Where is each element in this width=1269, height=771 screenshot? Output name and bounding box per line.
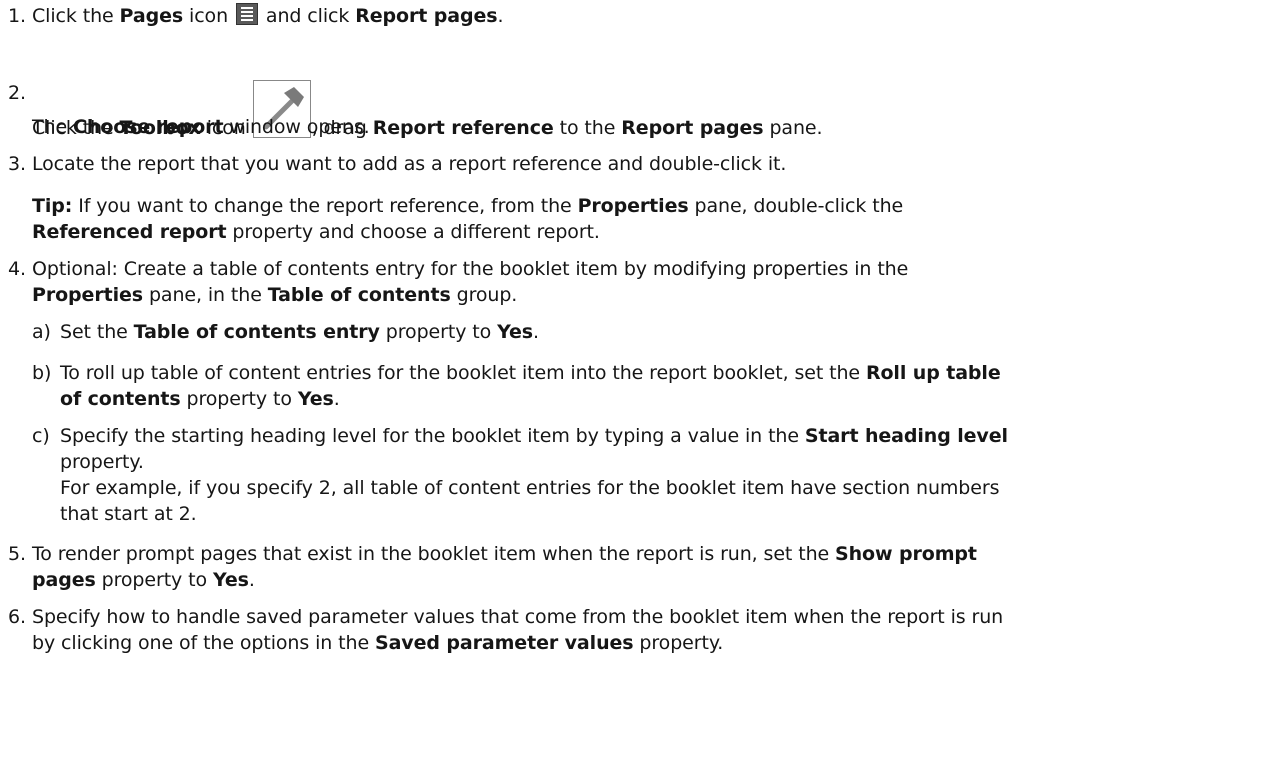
step-text: property to (95, 569, 213, 591)
step-number: 1. (8, 5, 26, 27)
ui-term-yes: Yes (212, 569, 249, 591)
ui-term-report-pages: Report pages (621, 117, 764, 139)
ui-term-roll-up-toc: Roll up table (865, 362, 1001, 384)
substep-b-line-2: of contents property to Yes. (60, 386, 340, 412)
ui-term-table-of-contents: Table of contents (267, 284, 451, 306)
ui-term-start-heading-level: Start heading level (804, 425, 1008, 447)
ui-term-choose-report: Choose report (72, 116, 224, 138)
tip-text: pane, double-click the (688, 195, 904, 217)
step-4-line-2: Properties pane, in the Table of content… (32, 282, 517, 308)
example-text: that start at 2. (60, 503, 197, 525)
ui-term-yes: Yes (497, 321, 534, 343)
step-text: window opens. (223, 116, 370, 138)
ui-term-pages: Pages (119, 5, 184, 27)
substep-number: b) (32, 362, 52, 384)
step-text: . (533, 321, 539, 343)
ui-term-report-pages: Report pages (355, 5, 498, 27)
step-5-line-2: pages property to Yes. (32, 567, 255, 593)
step-number: 4. (8, 258, 26, 280)
step-text: To render prompt pages that exist in the… (32, 543, 836, 565)
step-6-line-2: by clicking one of the options in the Sa… (32, 630, 723, 656)
step-text: Optional: Create a table of contents ent… (32, 258, 909, 280)
tip-line-1: Tip: If you want to change the report re… (32, 193, 903, 219)
substep-number: a) (32, 321, 51, 343)
step-text: Specify how to handle saved parameter va… (32, 606, 1004, 628)
ui-term-yes: Yes (297, 388, 334, 410)
step-number: 6. (8, 606, 26, 628)
ui-term-report-reference: Report reference (372, 117, 554, 139)
ui-term-show-prompt-pages: Show prompt (835, 543, 977, 565)
step-text: To roll up table of content entries for … (60, 362, 866, 384)
ui-term-referenced-report: Referenced report (32, 221, 227, 243)
step-text: and click (259, 5, 356, 27)
pages-icon (235, 3, 258, 25)
ui-term-properties: Properties (577, 195, 689, 217)
step-text: Specify the starting heading level for t… (60, 425, 805, 447)
tip-label: Tip: (32, 195, 73, 217)
step-text: by clicking one of the options in the (32, 632, 375, 654)
step-text: group. (450, 284, 518, 306)
step-text: property to (379, 321, 498, 343)
step-text: Click the (32, 5, 120, 27)
step-text: . (497, 5, 504, 27)
substep-number: c) (32, 425, 50, 447)
tip-text: If you want to change the report referen… (72, 195, 578, 217)
step-text: pane. (763, 117, 823, 139)
ui-term-saved-parameter-values: Saved parameter values (375, 632, 634, 654)
step-text: property. (633, 632, 724, 654)
step-text: . (248, 569, 255, 591)
step-2-result: The Choose report window opens. (32, 114, 370, 140)
tip-line-2: Referenced report property and choose a … (32, 219, 600, 245)
ui-term-roll-up-toc: of contents (60, 388, 181, 410)
step-number: 2. (8, 82, 26, 104)
ui-term-properties: Properties (32, 284, 143, 306)
tip-text: property and choose a different report. (226, 221, 600, 243)
step-number: 5. (8, 543, 26, 565)
ui-term-toc-entry: Table of contents entry (133, 321, 380, 343)
step-text: Locate the report that you want to add a… (32, 153, 787, 175)
example-text: For example, if you specify 2, all table… (60, 477, 1000, 499)
step-text: property to (180, 388, 298, 410)
step-text: The (32, 116, 73, 138)
step-text: Set the (60, 321, 134, 343)
step-number: 3. (8, 153, 26, 175)
ui-term-show-prompt-pages: pages (32, 569, 96, 591)
substep-c-line-2: property. (60, 451, 144, 473)
step-text: icon (183, 5, 234, 27)
step-text: pane, in the (143, 284, 268, 306)
step-text: to the (553, 117, 622, 139)
step-text: . (333, 388, 340, 410)
